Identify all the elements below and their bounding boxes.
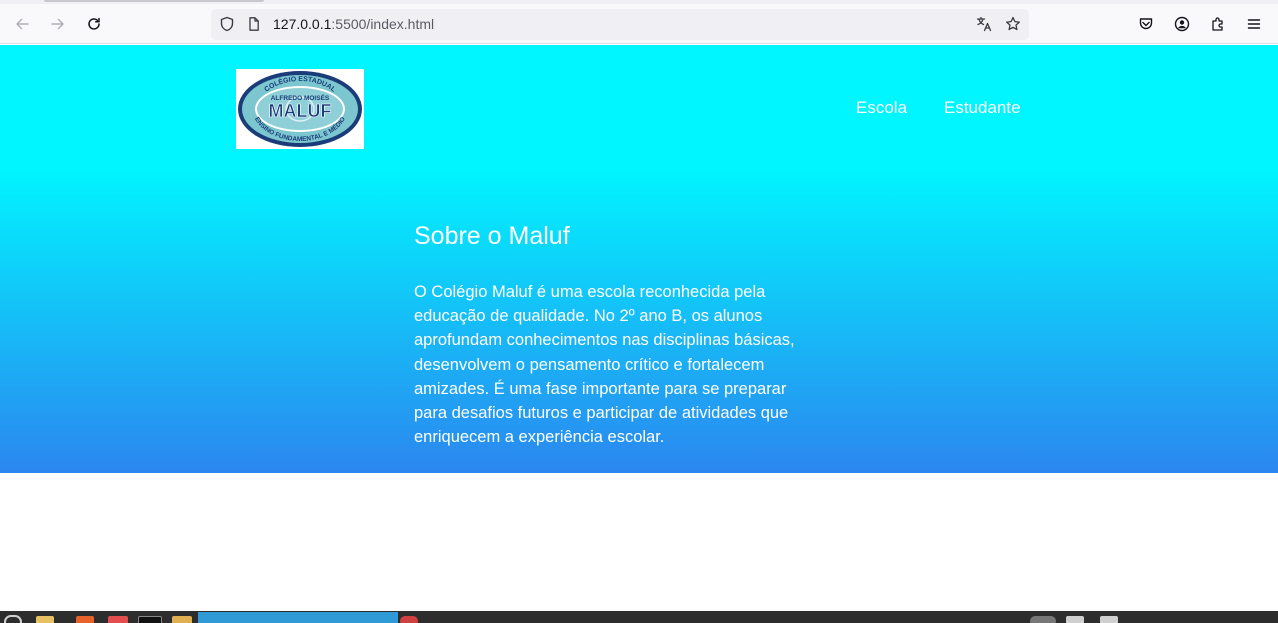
hero-section: COLÉGIO ESTADUAL ALFREDO MOISÉS MALUF EN… [0, 45, 1278, 473]
browser-toolbar: 127.0.0.1:5500/index.html [0, 4, 1278, 44]
translate-icon[interactable] [976, 16, 992, 32]
description-line: O Colégio Maluf é uma escola reconhecida… [414, 283, 766, 301]
os-taskbar [0, 611, 1278, 623]
logo-graphic: COLÉGIO ESTADUAL ALFREDO MOISÉS MALUF EN… [238, 71, 362, 147]
url-text[interactable]: 127.0.0.1:5500/index.html [273, 16, 434, 32]
tracking-shield-icon[interactable] [219, 16, 235, 32]
nav-link-escola[interactable]: Escola [856, 98, 907, 118]
forward-arrow-icon[interactable] [44, 10, 72, 38]
url-host: 127.0.0.1 [273, 16, 332, 32]
taskbar-window-browser[interactable] [198, 612, 398, 623]
pocket-icon[interactable] [1132, 10, 1160, 38]
back-arrow-icon[interactable] [8, 10, 36, 38]
tray-icon[interactable] [1030, 616, 1056, 623]
files-icon[interactable] [36, 616, 54, 623]
description-line: para desafios futuros e participar de at… [414, 404, 789, 423]
description-line: educação de qualidade. No 2º ano B, os a… [414, 307, 763, 326]
app-launcher-icon[interactable] [76, 616, 94, 623]
description-line: enriquecem a experiência escolar. [414, 428, 665, 447]
volume-icon[interactable] [1100, 616, 1118, 623]
folder-icon[interactable] [172, 616, 192, 623]
section-title: Sobre o Maluf [414, 222, 570, 250]
school-logo[interactable]: COLÉGIO ESTADUAL ALFREDO MOISÉS MALUF EN… [236, 69, 364, 149]
nav-link-estudante[interactable]: Estudante [944, 98, 1021, 118]
hamburger-menu-icon[interactable] [1240, 10, 1268, 38]
url-path: :5500/index.html [331, 16, 435, 32]
svg-text:MALUF: MALUF [269, 101, 332, 121]
page-icon[interactable] [246, 16, 262, 32]
extensions-icon[interactable] [1204, 10, 1232, 38]
reload-icon[interactable] [80, 10, 108, 38]
app-icon[interactable] [108, 616, 128, 623]
description-line: desenvolvem o pensamento crítico e forta… [414, 355, 765, 374]
section-description: O Colégio Maluf é uma escola reconhecida… [414, 280, 854, 449]
active-tab-indicator [44, 0, 264, 2]
taskbar-app-icon[interactable] [400, 616, 418, 623]
description-line: amizades. É uma fase importante para se … [414, 379, 787, 398]
terminal-icon[interactable] [138, 616, 162, 623]
star-icon[interactable] [1005, 16, 1021, 32]
start-menu-icon[interactable] [4, 615, 22, 623]
address-bar[interactable]: 127.0.0.1:5500/index.html [211, 9, 1029, 40]
description-line: aprofundam conhecimentos nas disciplinas… [414, 331, 795, 350]
network-icon[interactable] [1066, 616, 1084, 623]
account-icon[interactable] [1168, 10, 1196, 38]
